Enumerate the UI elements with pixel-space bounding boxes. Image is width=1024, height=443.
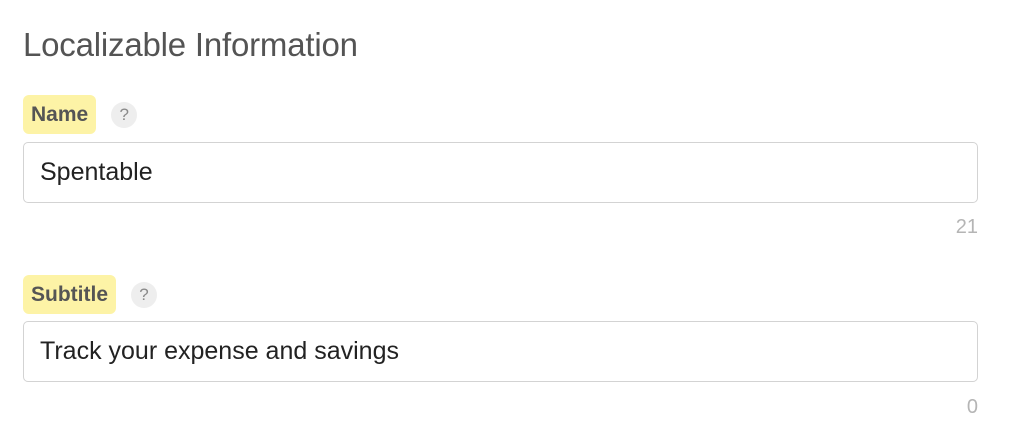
subtitle-label: Subtitle	[23, 275, 116, 314]
name-character-count: 21	[955, 216, 978, 238]
help-icon[interactable]: ?	[111, 101, 138, 128]
name-input[interactable]	[23, 142, 978, 203]
name-label-row: Name ?	[23, 95, 138, 134]
subtitle-label-row: Subtitle ?	[23, 275, 157, 314]
help-icon[interactable]: ?	[131, 281, 157, 308]
name-label: Name	[23, 95, 97, 134]
page-title: Localizable Information	[23, 26, 358, 63]
subtitle-character-count: 0	[966, 396, 978, 418]
subtitle-input[interactable]	[23, 321, 978, 382]
